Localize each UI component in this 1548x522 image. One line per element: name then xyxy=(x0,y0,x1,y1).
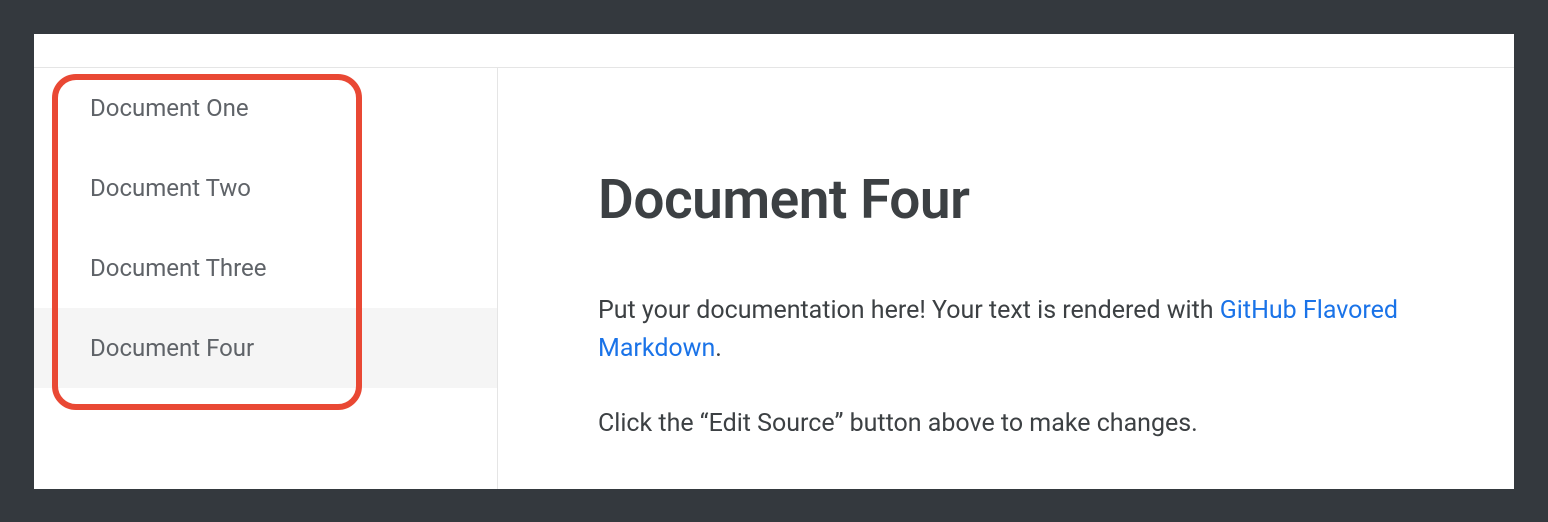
sidebar-item-document-one[interactable]: Document One xyxy=(34,68,497,148)
sidebar-item-label: Document One xyxy=(90,94,249,122)
sidebar-item-document-four[interactable]: Document Four xyxy=(34,308,497,388)
page-title: Document Four xyxy=(598,168,1454,232)
sidebar-item-label: Document Three xyxy=(90,254,267,282)
top-bar xyxy=(34,34,1514,68)
sidebar-item-label: Document Two xyxy=(90,174,251,202)
sidebar-item-document-two[interactable]: Document Two xyxy=(34,148,497,228)
main-content: Document Four Put your documentation her… xyxy=(498,68,1514,489)
intro-paragraph: Put your documentation here! Your text i… xyxy=(598,292,1454,367)
content-area: Document One Document Two Document Three… xyxy=(34,68,1514,489)
intro-text-pre: Put your documentation here! Your text i… xyxy=(598,296,1220,325)
instruction-paragraph: Click the “Edit Source” button above to … xyxy=(598,405,1454,443)
intro-text-post: . xyxy=(715,334,722,363)
sidebar-item-document-three[interactable]: Document Three xyxy=(34,228,497,308)
sidebar-item-label: Document Four xyxy=(90,334,254,362)
app-frame: Document One Document Two Document Three… xyxy=(34,34,1514,489)
sidebar: Document One Document Two Document Three… xyxy=(34,68,498,489)
